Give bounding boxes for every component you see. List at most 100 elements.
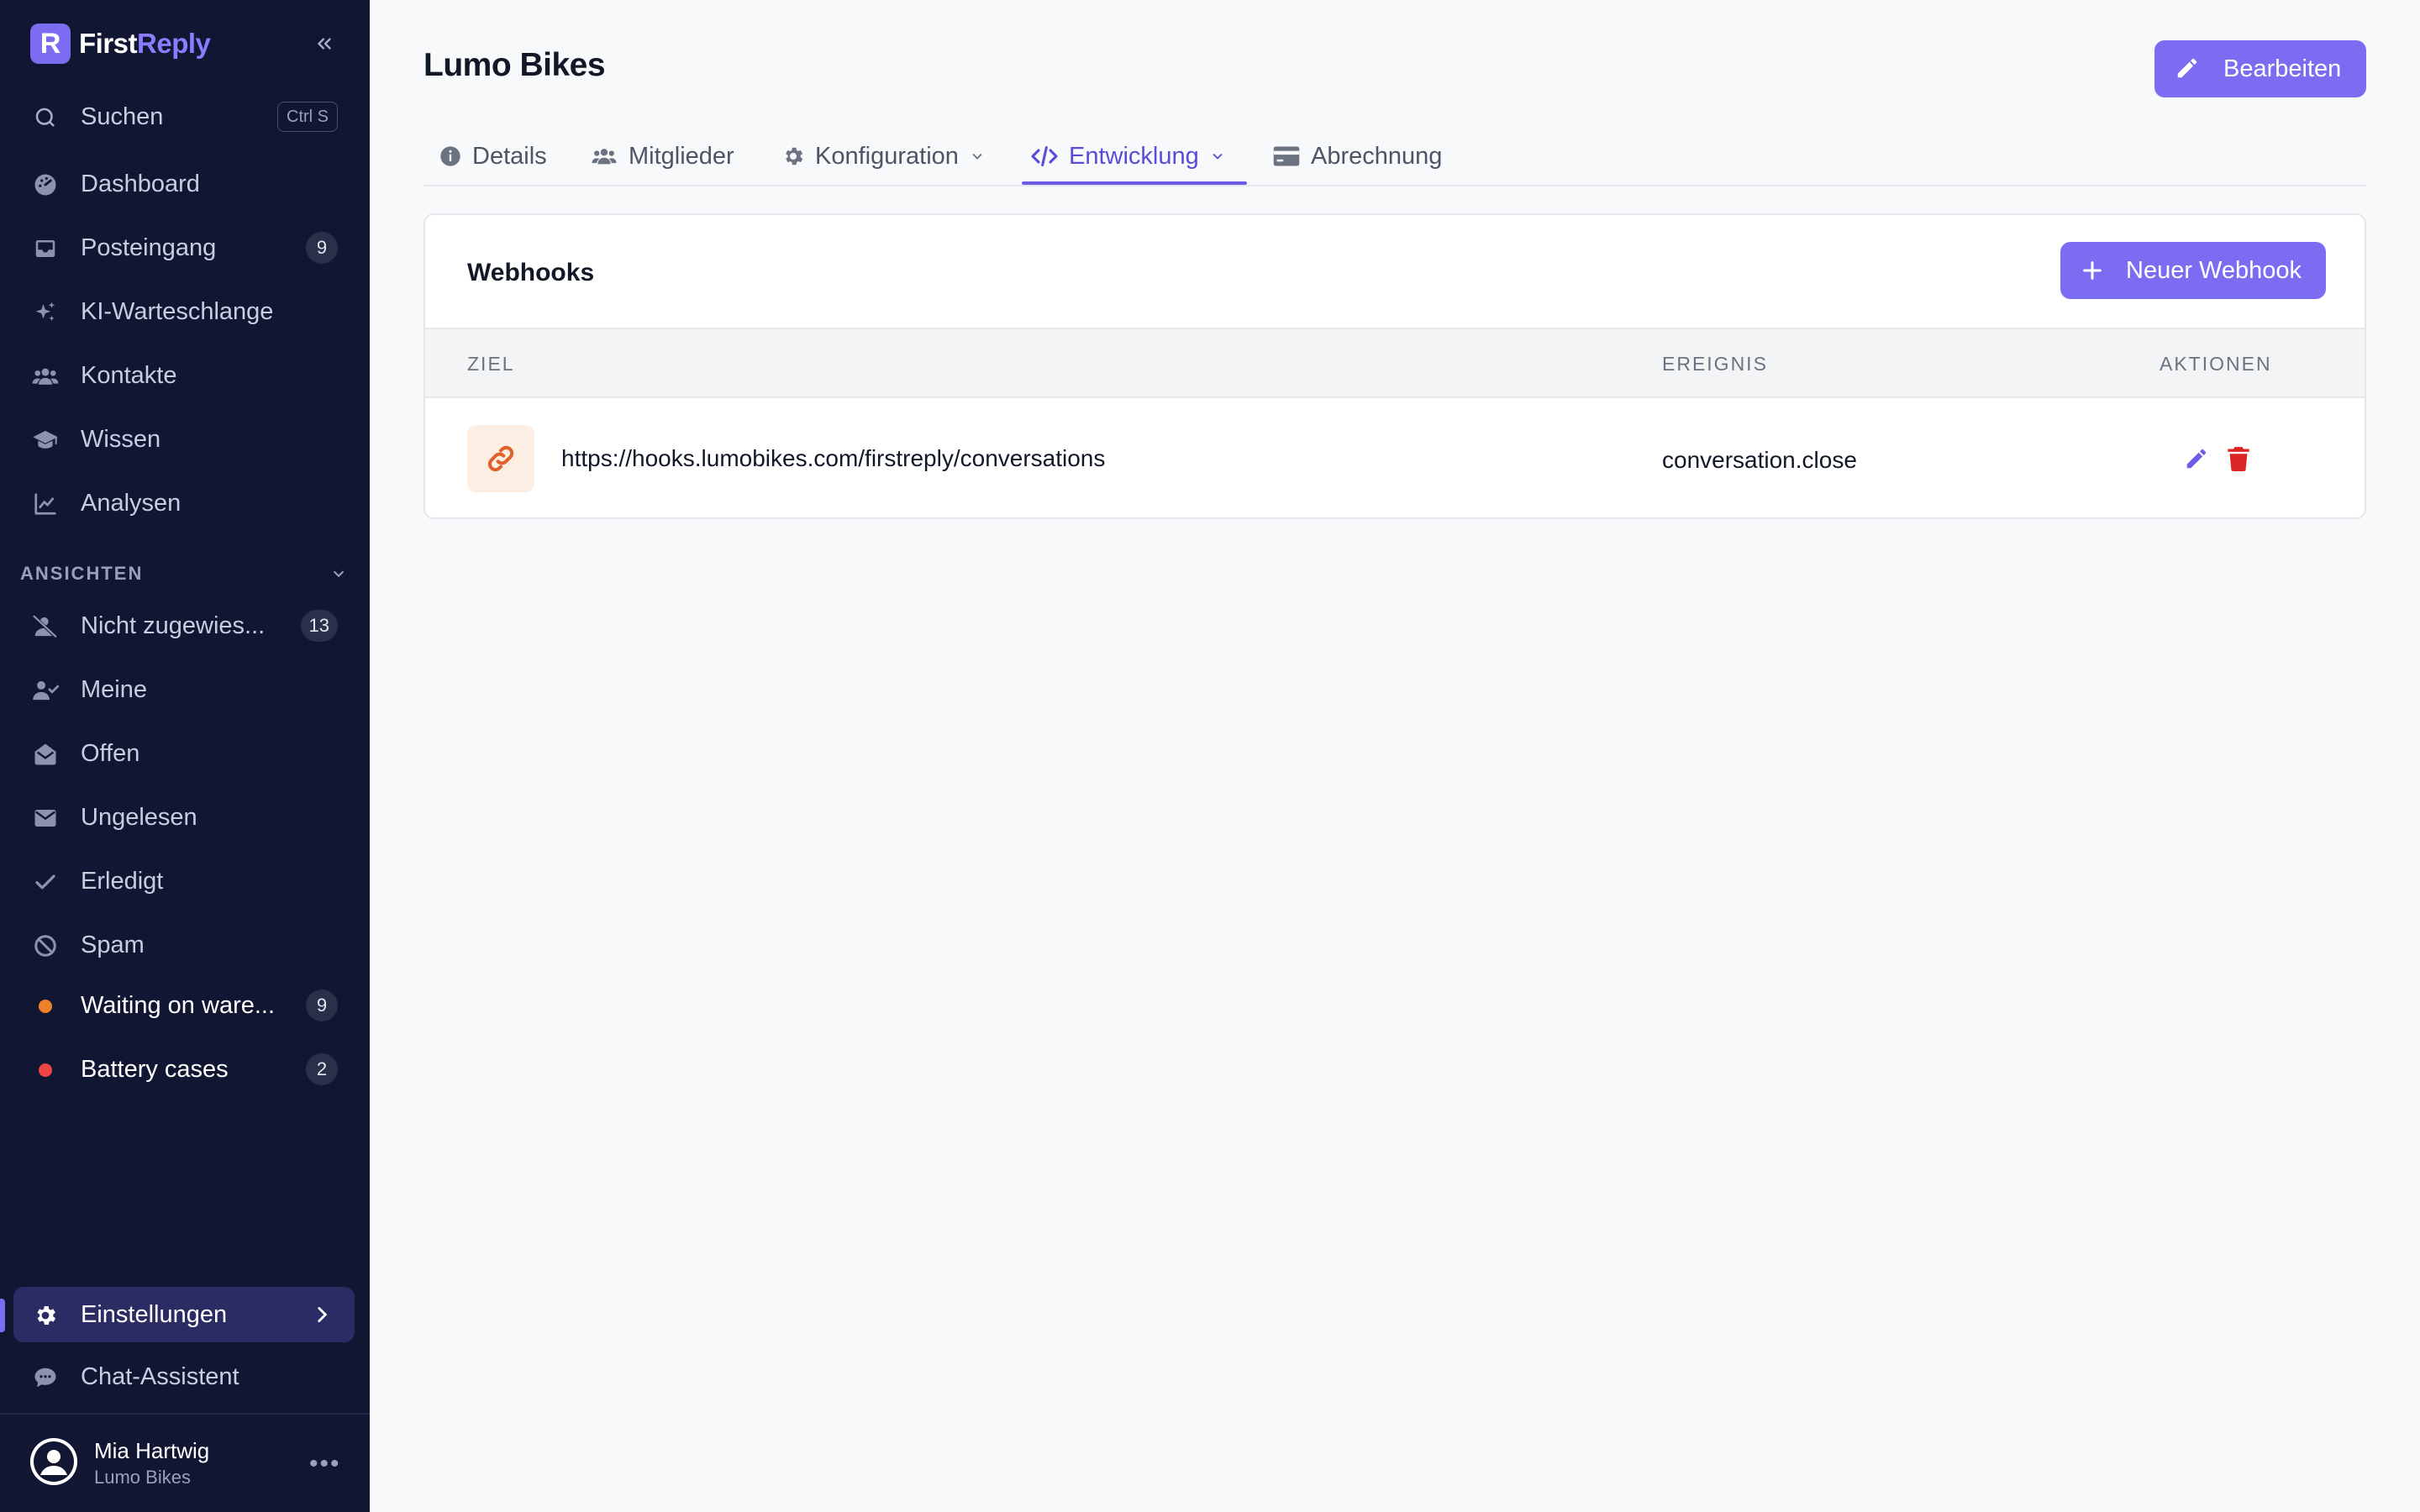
collapse-sidebar-icon[interactable] [309, 29, 339, 59]
user-slash-icon [32, 613, 59, 640]
sparkles-icon [32, 299, 59, 326]
sidebar-item-label: Einstellungen [81, 1300, 228, 1328]
new-webhook-label: Neuer Webhook [2126, 256, 2302, 284]
sidebar-item-label: Analysen [81, 489, 182, 517]
tab-label: Details [472, 142, 547, 170]
sidebar-view-done[interactable]: Erledigt [13, 853, 355, 909]
tab-development[interactable]: Entwicklung [1030, 126, 1226, 186]
column-header-event: EREIGNIS [1662, 353, 1768, 375]
sidebar-item-label: Chat-Assistent [81, 1362, 239, 1390]
search-shortcut: Ctrl S [277, 102, 338, 132]
webhook-event: conversation.close [1662, 447, 1857, 473]
sidebar-view-open[interactable]: Offen [13, 726, 355, 781]
chevron-right-icon [311, 1304, 333, 1330]
sidebar-view-battery-cases[interactable]: Battery cases 2 [13, 1042, 355, 1097]
edit-icon[interactable] [2180, 442, 2213, 475]
count-badge: 13 [300, 610, 338, 642]
sidebar-view-waiting[interactable]: Waiting on ware... 9 [13, 978, 355, 1033]
sidebar-view-label: Erledigt [81, 867, 164, 895]
views-section-label: ANSICHTEN [20, 563, 144, 584]
sidebar-item-label: Posteingang [81, 234, 217, 261]
search-label: Suchen [81, 102, 164, 130]
table-header: ZIEL EREIGNIS AKTIONEN [425, 328, 2365, 398]
unread-badge: 9 [306, 232, 338, 264]
sidebar-view-label: Nicht zugewies... [81, 612, 266, 639]
trash-icon[interactable] [2222, 442, 2255, 475]
plus-icon [2081, 259, 2104, 289]
brand[interactable]: R FirstReply [30, 24, 211, 64]
sidebar-item-chat-assistant[interactable]: Chat-Assistent [13, 1349, 355, 1404]
user-check-icon [32, 677, 59, 704]
tab-label: Mitglieder [629, 142, 734, 170]
envelope-icon [32, 805, 59, 832]
dot-icon [32, 993, 59, 1020]
brand-logo: R [30, 24, 71, 64]
users-icon [32, 363, 59, 390]
user-name: Mia Hartwig [94, 1438, 210, 1463]
sidebar-view-unassigned[interactable]: Nicht zugewies... 13 [13, 598, 355, 654]
tab-details[interactable]: Details [439, 126, 547, 186]
link-icon [467, 425, 534, 492]
tab-members[interactable]: Mitglieder [590, 126, 734, 186]
sidebar-divider [0, 1413, 370, 1415]
sidebar: R FirstReply Suchen Ctrl S Dashboard Pos… [0, 0, 370, 1512]
code-icon [1030, 144, 1059, 168]
edit-button[interactable]: Bearbeiten [2154, 40, 2366, 97]
chevron-down-icon [969, 148, 986, 165]
inbox-icon [32, 235, 59, 262]
sidebar-view-label: Spam [81, 931, 145, 958]
sidebar-item-label: Wissen [81, 425, 161, 453]
more-options-icon[interactable]: ••• [309, 1450, 341, 1478]
info-icon [439, 144, 462, 168]
sidebar-item-ai-queue[interactable]: KI-Warteschlange [13, 284, 355, 339]
avatar [30, 1438, 77, 1485]
page-title: Lumo Bikes [424, 47, 606, 83]
gear-icon [781, 144, 805, 168]
edit-button-label: Bearbeiten [2223, 55, 2342, 82]
chevron-down-icon [1209, 148, 1226, 165]
user-profile[interactable]: Mia Hartwig Lumo Bikes [30, 1438, 209, 1488]
sidebar-item-dashboard[interactable]: Dashboard [13, 156, 355, 212]
sidebar-view-label: Ungelesen [81, 803, 197, 831]
table-row: https://hooks.lumobikes.com/firstreply/c… [425, 398, 2365, 517]
dot-icon [32, 1057, 59, 1084]
chart-line-icon [32, 491, 59, 517]
sidebar-view-unread[interactable]: Ungelesen [13, 790, 355, 845]
sidebar-item-knowledge[interactable]: Wissen [13, 412, 355, 467]
webhooks-card: Webhooks Neuer Webhook ZIEL EREIGNIS AKT… [424, 213, 2366, 519]
count-badge: 2 [306, 1053, 338, 1085]
tab-label: Abrechnung [1311, 142, 1443, 170]
chat-bubble-icon [32, 1364, 59, 1391]
user-org: Lumo Bikes [94, 1467, 191, 1488]
sidebar-item-inbox[interactable]: Posteingang 9 [13, 220, 355, 276]
sidebar-item-label: KI-Warteschlange [81, 297, 274, 325]
search-icon [32, 104, 59, 131]
tab-billing[interactable]: Abrechnung [1272, 126, 1442, 186]
column-header-actions: AKTIONEN [2160, 353, 2272, 375]
active-tab-indicator [1022, 181, 1247, 185]
ban-icon [32, 932, 59, 959]
sidebar-item-analytics[interactable]: Analysen [13, 475, 355, 531]
sidebar-view-label: Battery cases [81, 1055, 229, 1083]
sidebar-item-contacts[interactable]: Kontakte [13, 348, 355, 403]
tab-bar: Details Mitglieder Konfiguration Entwick… [424, 126, 2366, 186]
tab-label: Konfiguration [815, 142, 959, 170]
sidebar-item-label: Kontakte [81, 361, 177, 389]
column-header-target: ZIEL [467, 353, 515, 375]
sidebar-view-spam[interactable]: Spam [13, 917, 355, 973]
new-webhook-button[interactable]: Neuer Webhook [2060, 242, 2326, 299]
search-item[interactable]: Suchen Ctrl S [13, 89, 355, 144]
sidebar-item-label: Dashboard [81, 170, 200, 197]
brand-name-second: Reply [137, 28, 211, 59]
chevron-down-icon[interactable] [329, 564, 348, 587]
tab-configuration[interactable]: Konfiguration [781, 126, 986, 186]
users-icon [590, 144, 618, 168]
count-badge: 9 [306, 990, 338, 1021]
gear-icon [32, 1302, 59, 1329]
tab-label: Entwicklung [1069, 142, 1199, 170]
sidebar-item-settings[interactable]: Einstellungen [13, 1287, 355, 1342]
brand-name-first: First [79, 28, 138, 59]
brand-name: FirstReply [79, 28, 211, 60]
pencil-icon [2175, 55, 2200, 87]
sidebar-view-mine[interactable]: Meine [13, 662, 355, 717]
